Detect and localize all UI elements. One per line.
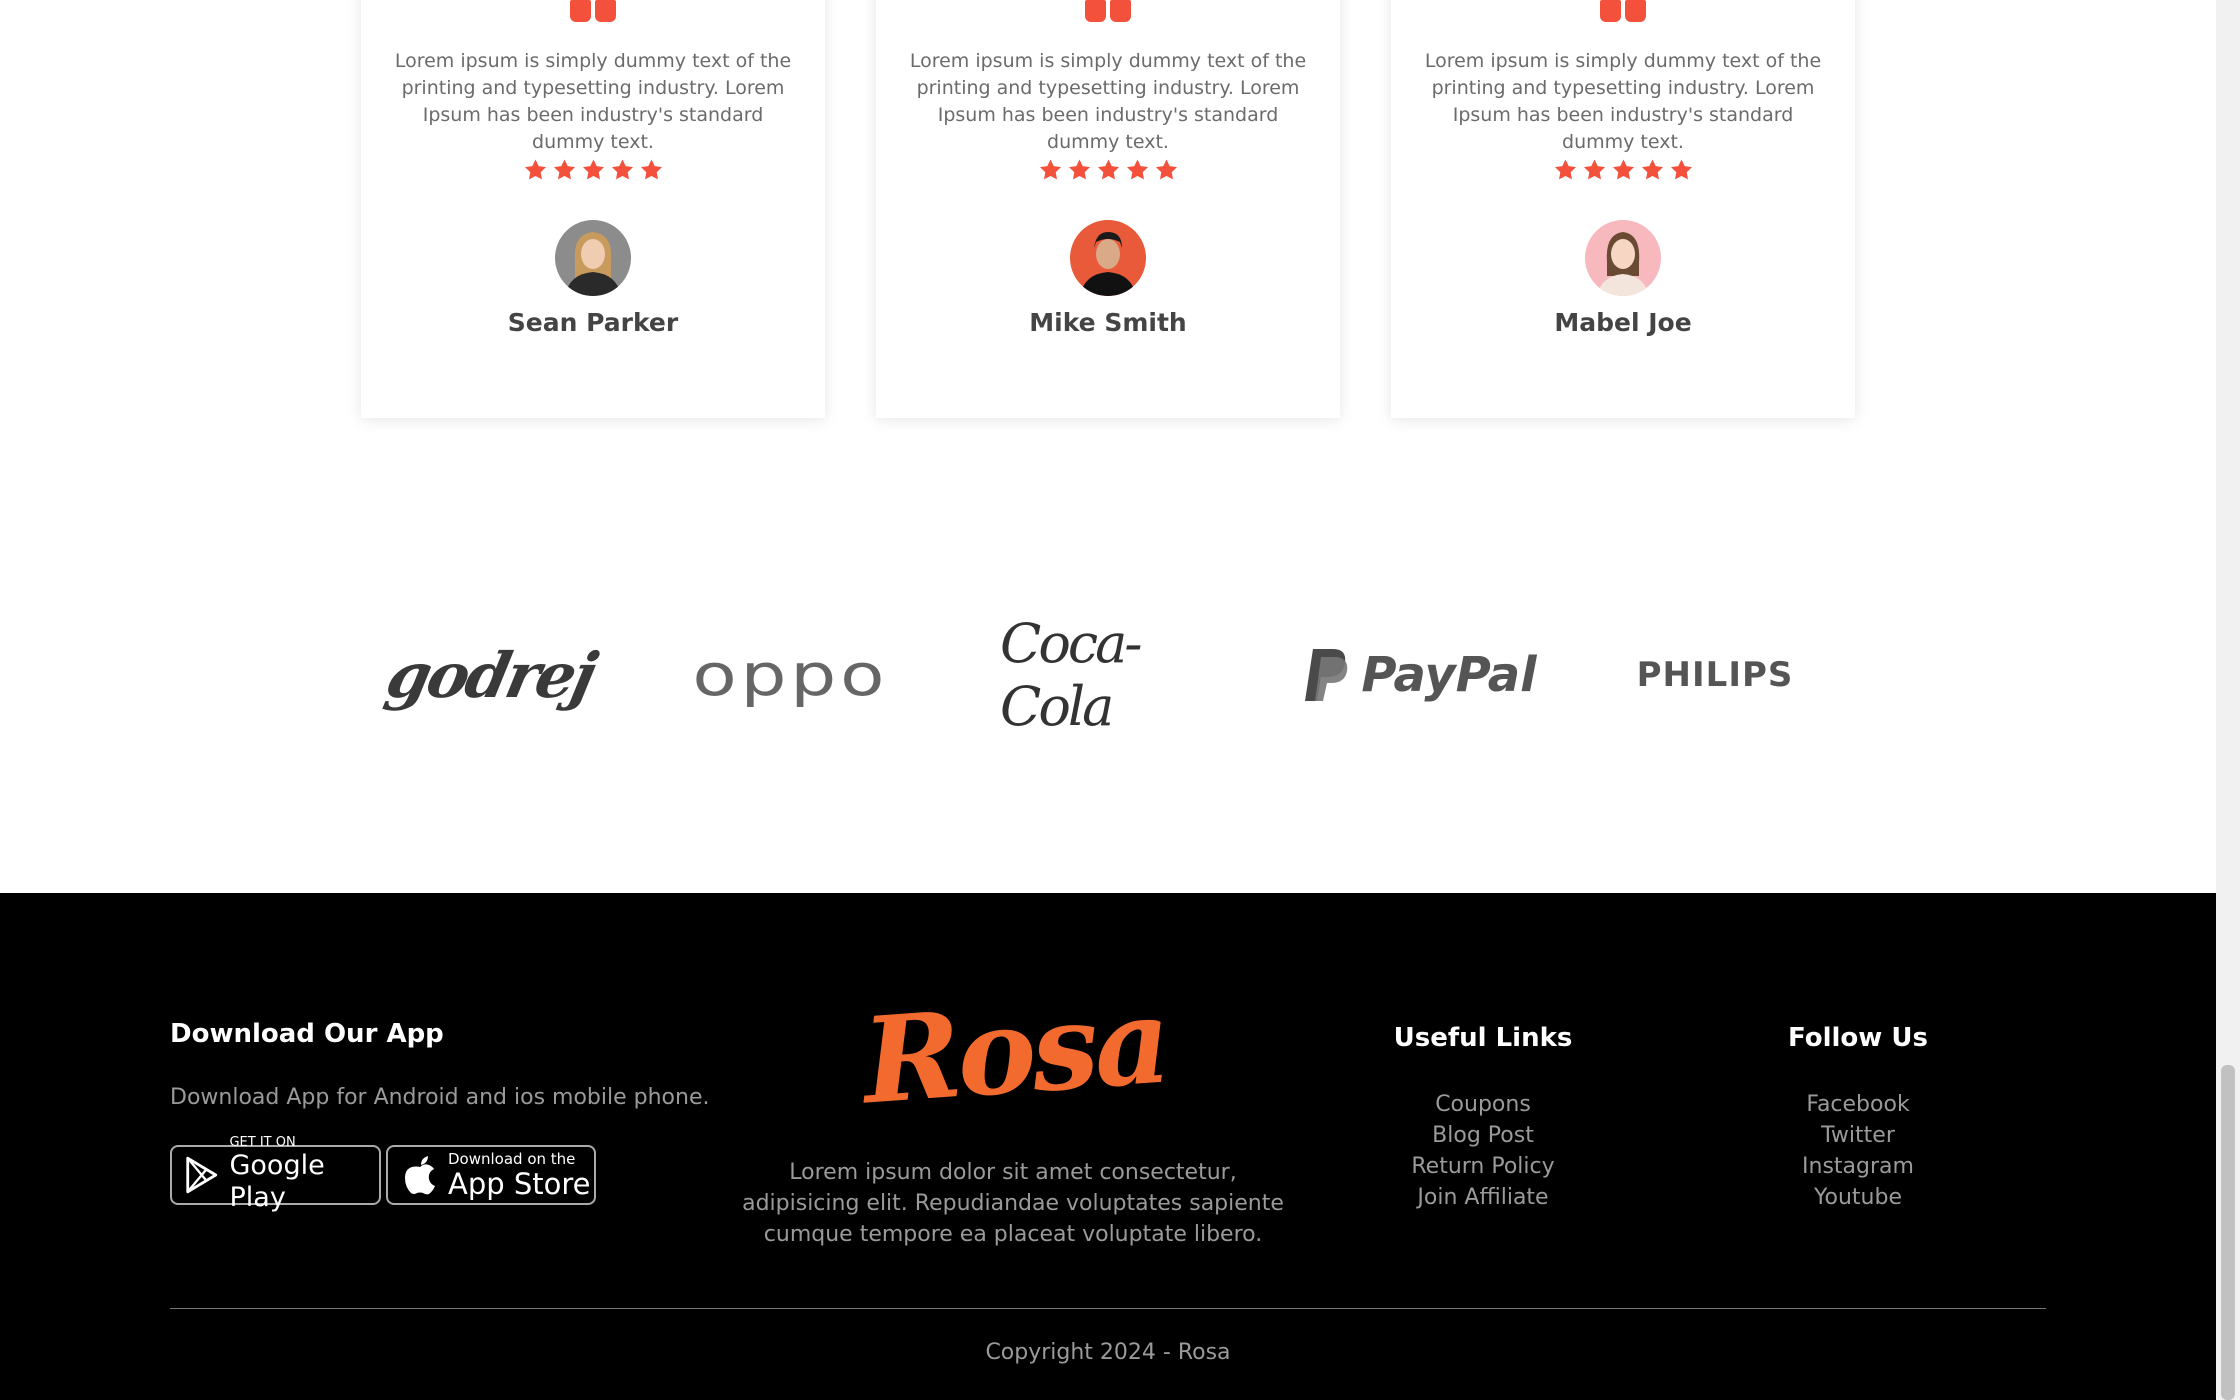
app-store-big: App Store [448,1166,591,1201]
paypal-logo: PayPal [1300,620,1540,730]
google-play-button[interactable]: GET IT ON Google Play [170,1136,381,1213]
rating-stars [876,158,1340,182]
star-icon [1583,159,1605,180]
link-twitter[interactable]: Twitter [1758,1120,1958,1151]
google-play-icon [186,1156,218,1194]
scrollbar[interactable] [2216,0,2240,1400]
footer-about-text: Lorem ipsum dolor sit amet consectetur, … [742,1160,1284,1247]
star-icon [1554,159,1576,180]
avatar [1585,220,1661,296]
testimonial-card: Lorem ipsum is simply dummy text of the … [361,0,825,418]
link-facebook[interactable]: Facebook [1758,1089,1958,1120]
testimonial-text: Lorem ipsum is simply dummy text of the … [909,50,1307,153]
link-blog-post[interactable]: Blog Post [1383,1120,1583,1151]
testimonial-card: Lorem ipsum is simply dummy text of the … [1391,0,1855,418]
link-join-affiliate[interactable]: Join Affiliate [1383,1182,1583,1213]
app-store-small: Download on the [448,1149,576,1168]
star-icon [582,159,604,180]
rosa-logo: Rosa [858,970,1172,1131]
star-icon [1612,159,1634,180]
star-icon [1641,159,1663,180]
apple-icon [405,1156,435,1195]
avatar [555,220,631,296]
star-icon [1097,159,1119,180]
link-instagram[interactable]: Instagram [1758,1151,1958,1182]
paypal-icon [1305,649,1348,701]
link-return-policy[interactable]: Return Policy [1383,1151,1583,1182]
testimonial-name: Mike Smith [1029,308,1187,337]
footer: Download Our App Download App for Androi… [0,893,2216,1400]
google-play-small: GET IT ON [229,1135,296,1150]
godrej-logo: godrej [379,638,601,712]
star-icon [1068,159,1090,180]
coca-cola-logo: Coca-Cola [1000,612,1143,738]
star-icon [1155,159,1177,180]
rating-stars [1391,158,1855,182]
follow-us-list: Facebook Twitter Instagram Youtube [1758,1089,1958,1213]
follow-us-title: Follow Us [1788,1023,1928,1053]
oppo-logo: oppo [692,641,888,709]
testimonial-name: Mabel Joe [1554,308,1692,337]
quote-icon [1085,0,1131,22]
testimonial-text: Lorem ipsum is simply dummy text of the … [394,50,792,153]
useful-links-list: Coupons Blog Post Return Policy Join Aff… [1383,1089,1583,1213]
useful-links-title: Useful Links [1393,1023,1573,1053]
page: Lorem ipsum is simply dummy text of the … [0,0,2216,1400]
download-app-text: Download App for Android and ios mobile … [170,1085,710,1110]
star-icon [640,159,662,180]
google-play-big: Google Play [229,1150,325,1213]
link-coupons[interactable]: Coupons [1383,1089,1583,1120]
testimonial-card: Lorem ipsum is simply dummy text of the … [876,0,1340,418]
star-icon [1670,159,1692,180]
app-store-button[interactable]: Download on the App Store [386,1145,596,1205]
star-icon [553,159,575,180]
link-youtube[interactable]: Youtube [1758,1182,1958,1213]
download-app-title: Download Our App [170,1019,444,1049]
avatar [1070,220,1146,296]
scrollbar-thumb[interactable] [2221,1065,2235,1400]
footer-divider [170,1308,2046,1309]
philips-logo: PHILIPS [1636,655,1794,695]
testimonial-text: Lorem ipsum is simply dummy text of the … [1424,50,1822,153]
rating-stars [361,158,825,182]
testimonial-name: Sean Parker [507,308,679,337]
star-icon [611,159,633,180]
quote-icon [1600,0,1646,22]
copyright: Copyright 2024 - Rosa [985,1340,1231,1365]
star-icon [1039,159,1061,180]
star-icon [1126,159,1148,180]
brand-logos: godrej oppo Coca-Cola PayPal PHILIPS [379,612,1820,738]
quote-icon [570,0,616,22]
star-icon [524,159,546,180]
